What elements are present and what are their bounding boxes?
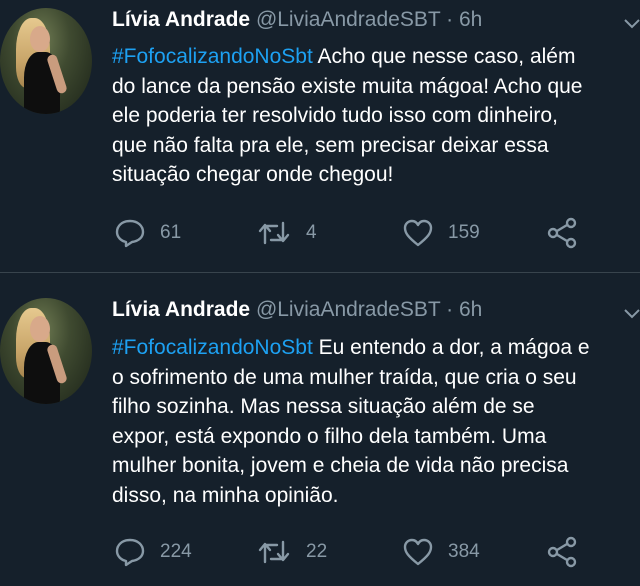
timestamp[interactable]: 6h bbox=[459, 298, 482, 321]
reply-icon bbox=[114, 218, 146, 248]
like-button[interactable]: 384 bbox=[402, 535, 480, 569]
like-icon bbox=[402, 537, 434, 567]
tweet[interactable]: Lívia Andrade @LiviaAndradeSBT · 6h #Fof… bbox=[0, 0, 640, 272]
retweet-button[interactable]: 22 bbox=[256, 535, 327, 569]
hashtag-link[interactable]: #FofocalizandoNoSbt bbox=[112, 45, 313, 68]
reply-button[interactable]: 61 bbox=[114, 216, 181, 250]
tweet[interactable]: Lívia Andrade @LiviaAndradeSBT · 6h #Fof… bbox=[0, 273, 640, 586]
author-handle[interactable]: @LiviaAndradeSBT bbox=[256, 8, 440, 31]
timestamp[interactable]: 6h bbox=[459, 8, 482, 31]
share-button[interactable] bbox=[546, 216, 578, 250]
share-button[interactable] bbox=[546, 535, 578, 569]
hashtag-link[interactable]: #FofocalizandoNoSbt bbox=[112, 336, 313, 359]
share-icon bbox=[546, 536, 578, 568]
retweet-count: 22 bbox=[306, 541, 328, 562]
like-icon bbox=[402, 218, 434, 248]
tweet-text: #FofocalizandoNoSbt Acho que nesse caso,… bbox=[112, 45, 583, 186]
reply-count: 224 bbox=[160, 541, 192, 562]
tweet-header: Lívia Andrade @LiviaAndradeSBT · 6h bbox=[112, 295, 482, 325]
author-name[interactable]: Lívia Andrade bbox=[112, 8, 250, 31]
chevron-down-icon[interactable] bbox=[622, 303, 640, 323]
author-name[interactable]: Lívia Andrade bbox=[112, 298, 250, 321]
reply-count: 61 bbox=[160, 222, 182, 243]
retweet-icon bbox=[256, 219, 292, 247]
tweet-text: #FofocalizandoNoSbt Eu entendo a dor, a … bbox=[112, 336, 590, 507]
like-count: 384 bbox=[448, 541, 480, 562]
separator-dot: · bbox=[446, 8, 454, 31]
share-icon bbox=[546, 217, 578, 249]
reply-icon bbox=[114, 537, 146, 567]
retweet-icon bbox=[256, 538, 292, 566]
separator-dot: · bbox=[446, 298, 454, 321]
retweet-button[interactable]: 4 bbox=[256, 216, 317, 250]
tweet-header: Lívia Andrade @LiviaAndradeSBT · 6h bbox=[112, 5, 482, 35]
reply-button[interactable]: 224 bbox=[114, 535, 192, 569]
avatar[interactable] bbox=[0, 298, 92, 404]
like-count: 159 bbox=[448, 222, 480, 243]
avatar[interactable] bbox=[0, 8, 92, 114]
author-handle[interactable]: @LiviaAndradeSBT bbox=[256, 298, 440, 321]
like-button[interactable]: 159 bbox=[402, 216, 480, 250]
chevron-down-icon[interactable] bbox=[622, 13, 640, 33]
retweet-count: 4 bbox=[306, 222, 317, 243]
